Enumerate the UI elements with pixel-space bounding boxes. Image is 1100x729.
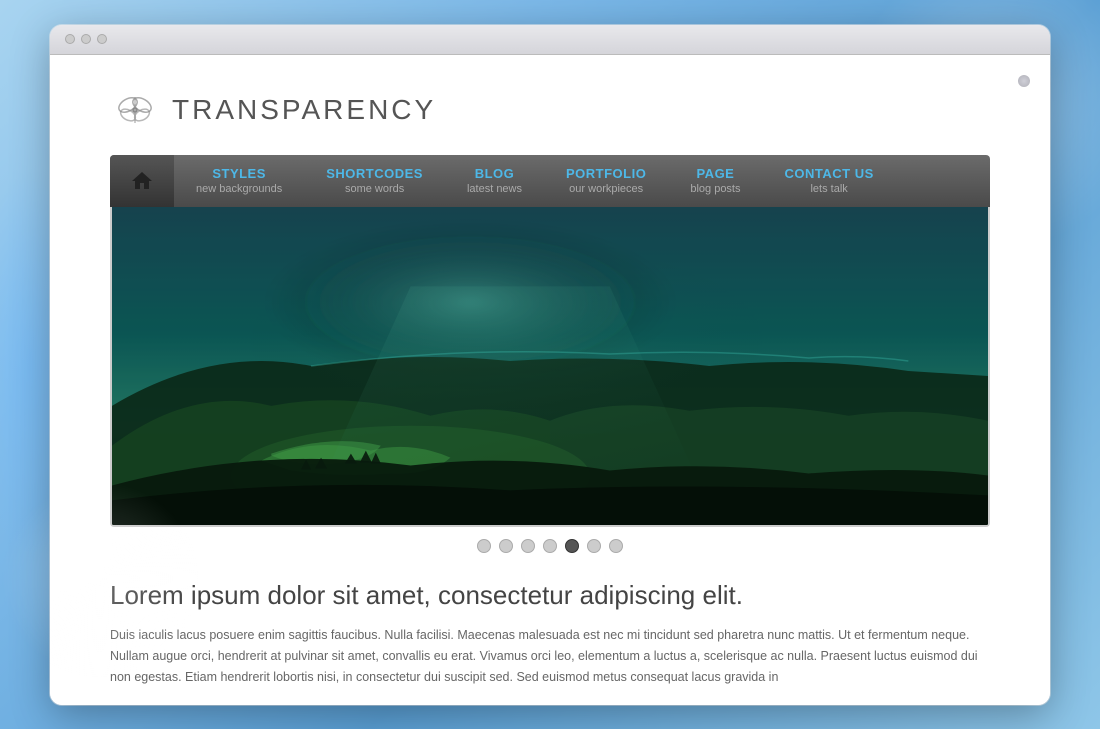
browser-dot-2 — [81, 34, 91, 44]
website-content: TRANSPARENCY STYLES new backgrounds SHOR… — [50, 55, 1050, 705]
browser-window: TRANSPARENCY STYLES new backgrounds SHOR… — [50, 25, 1050, 705]
decorative-circle — [1018, 75, 1030, 87]
logo-icon — [110, 85, 160, 135]
nav-item-portfolio[interactable]: PORTFOLIO our workpieces — [544, 155, 668, 207]
home-icon — [130, 169, 154, 193]
slider-dot-3[interactable] — [521, 539, 535, 553]
hero-container — [110, 207, 990, 527]
nav-item-page[interactable]: PAGE blog posts — [668, 155, 762, 207]
nav-item-blog[interactable]: BLOG latest news — [445, 155, 544, 207]
logo-container: TRANSPARENCY — [110, 85, 436, 135]
slider-dot-4[interactable] — [543, 539, 557, 553]
hero-landscape — [112, 207, 988, 525]
hero-image — [112, 207, 988, 525]
nav-home-button[interactable] — [110, 155, 174, 207]
slider-dot-6[interactable] — [587, 539, 601, 553]
site-header: TRANSPARENCY — [110, 85, 990, 135]
slider-dots — [110, 527, 990, 565]
nav-item-shortcodes[interactable]: SHORTCODES some words — [304, 155, 445, 207]
content-heading: Lorem ipsum dolor sit amet, consectetur … — [110, 580, 990, 611]
content-body: Duis iaculis lacus posuere enim sagittis… — [110, 625, 990, 689]
browser-dot-1 — [65, 34, 75, 44]
slider-dot-7[interactable] — [609, 539, 623, 553]
browser-chrome — [50, 25, 1050, 55]
site-title: TRANSPARENCY — [172, 94, 436, 126]
slider-dot-2[interactable] — [499, 539, 513, 553]
nav-items-container: STYLES new backgrounds SHORTCODES some w… — [174, 155, 990, 207]
browser-dot-3 — [97, 34, 107, 44]
body-content: Lorem ipsum dolor sit amet, consectetur … — [110, 565, 990, 689]
slider-dot-1[interactable] — [477, 539, 491, 553]
slider-dot-5[interactable] — [565, 539, 579, 553]
nav-item-styles[interactable]: STYLES new backgrounds — [174, 155, 304, 207]
nav-item-contact[interactable]: CONTACT US lets talk — [763, 155, 896, 207]
navigation-bar: STYLES new backgrounds SHORTCODES some w… — [110, 155, 990, 207]
